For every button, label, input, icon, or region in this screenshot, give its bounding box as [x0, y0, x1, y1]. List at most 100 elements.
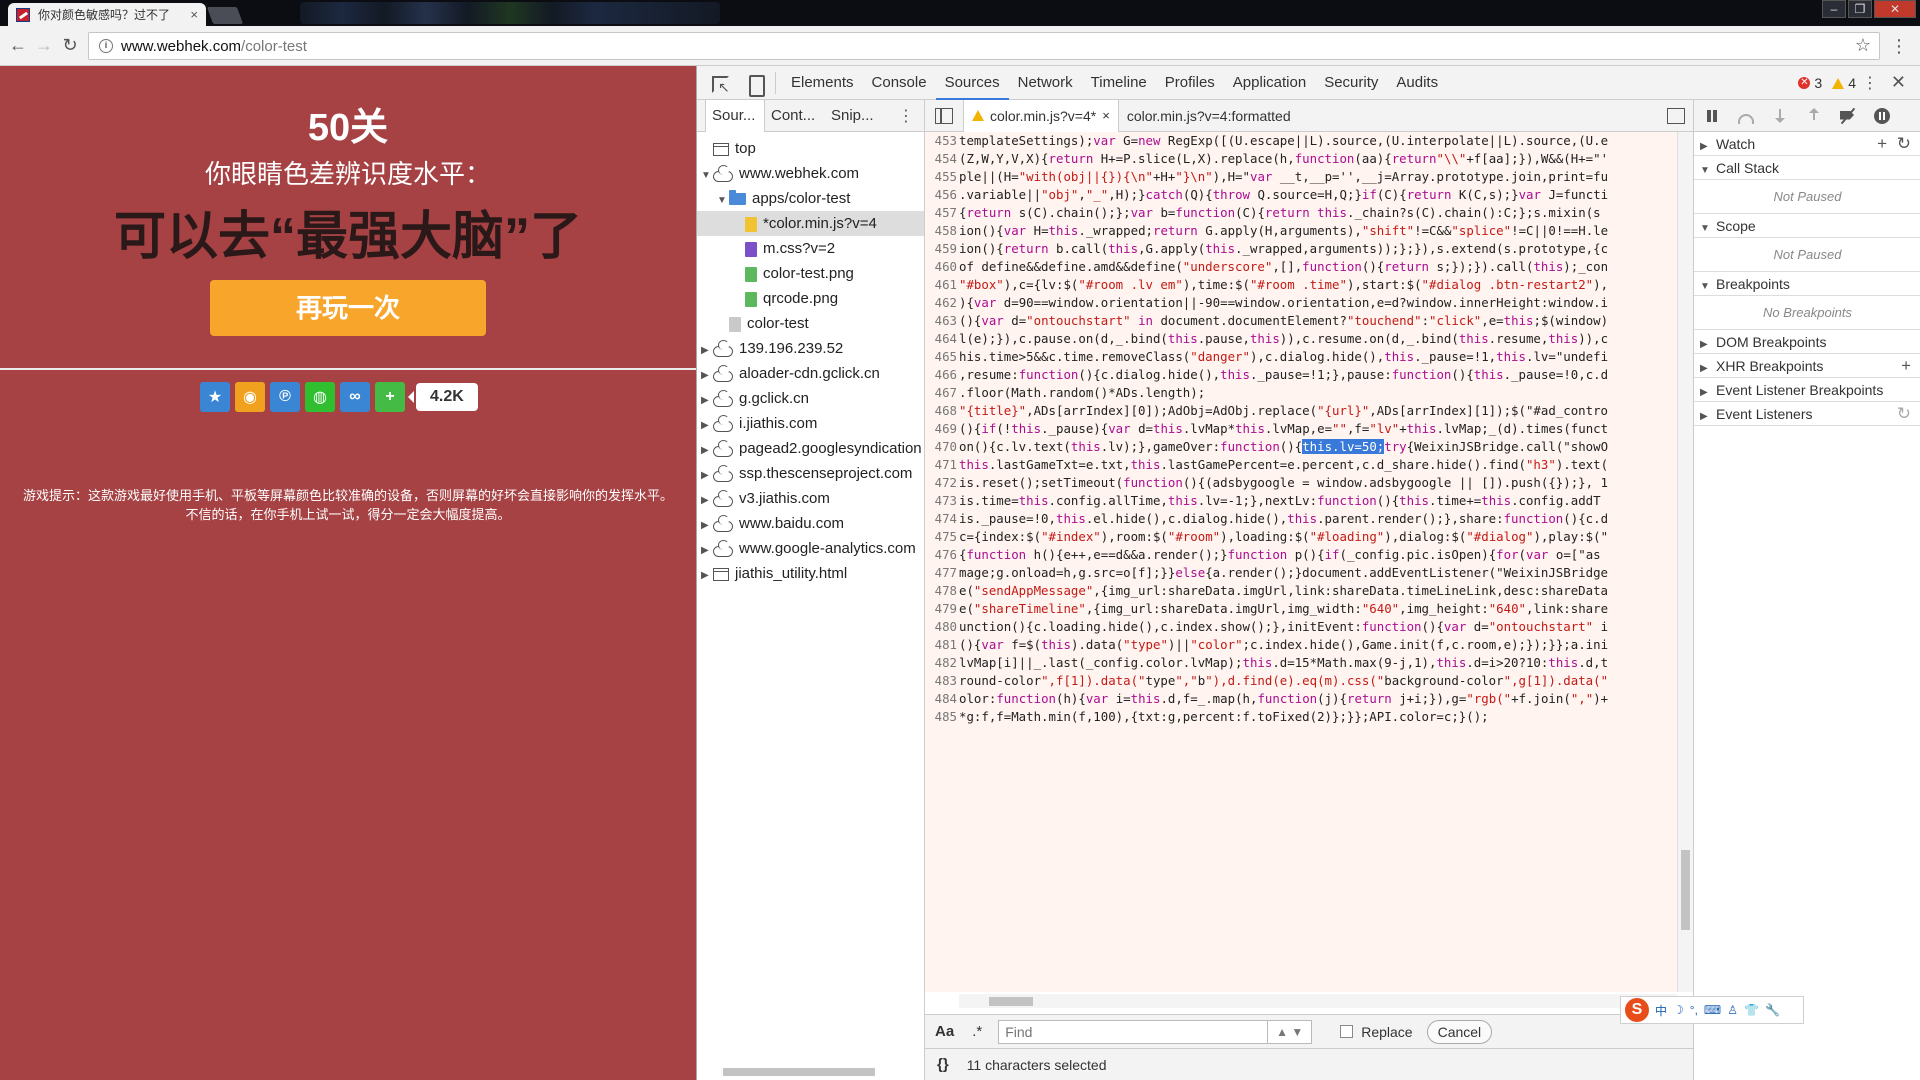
- wechat-share-icon[interactable]: ◍: [305, 382, 335, 412]
- tab-sources[interactable]: Sources: [935, 66, 1009, 100]
- line-number[interactable]: 459: [925, 240, 959, 258]
- code-line[interactable]: 459 ion(){return b.call(this,G.apply(this…: [925, 240, 1677, 258]
- qzone-share-icon[interactable]: ★: [200, 382, 230, 412]
- scrollbar-thumb[interactable]: [989, 997, 1033, 1006]
- dom-breakpoints-pane-header[interactable]: ▶ DOM Breakpoints: [1694, 330, 1920, 354]
- code-line[interactable]: 466 ,resume:function(){c.dialog.hide(),th…: [925, 366, 1677, 384]
- line-number[interactable]: 472: [925, 474, 959, 492]
- editor-tab-close-icon[interactable]: ×: [1102, 100, 1110, 132]
- line-number[interactable]: 473: [925, 492, 959, 510]
- new-tab-button[interactable]: [206, 7, 244, 24]
- tree-item[interactable]: m.css?v=2: [697, 236, 924, 261]
- browser-tab[interactable]: 你对颜色敏感吗？过不了 ×: [8, 3, 206, 26]
- code-line[interactable]: 482 lvMap[i]||_.last(_config.color.lvMap)…: [925, 654, 1677, 672]
- line-number[interactable]: 482: [925, 654, 959, 672]
- line-number[interactable]: 454: [925, 150, 959, 168]
- scrollbar-thumb[interactable]: [1681, 850, 1690, 930]
- refresh-watch-icon[interactable]: ↻: [1897, 132, 1911, 156]
- code-line[interactable]: 476 {function h(){e++,e==d&&a.render();}f…: [925, 546, 1677, 564]
- code-line[interactable]: 473 is.time=this.config.allTime,this.lv=-…: [925, 492, 1677, 510]
- expand-arrow-icon[interactable]: ▶: [701, 438, 713, 461]
- tree-item[interactable]: top: [697, 136, 924, 161]
- line-number[interactable]: 469: [925, 420, 959, 438]
- step-into-icon[interactable]: [1772, 108, 1788, 124]
- pause-icon[interactable]: [1704, 108, 1720, 124]
- line-number[interactable]: 455: [925, 168, 959, 186]
- cancel-find-button[interactable]: Cancel: [1426, 1019, 1493, 1044]
- find-input[interactable]: [998, 1019, 1269, 1044]
- tree-item[interactable]: *color.min.js?v=4: [697, 211, 924, 236]
- toggle-debugger-icon[interactable]: [1667, 107, 1685, 124]
- code-line[interactable]: 471 this.lastGameTxt=e.txt,this.lastGameP…: [925, 456, 1677, 474]
- restore-icon[interactable]: ❐: [1848, 0, 1872, 18]
- address-bar[interactable]: i www.webhek.com /color-test ☆: [88, 32, 1880, 60]
- window-close-icon[interactable]: ✕: [1874, 0, 1916, 18]
- code-line[interactable]: 465 his.time>5&&c.time.removeClass("dange…: [925, 348, 1677, 366]
- tab-content-scripts[interactable]: Cont...: [765, 100, 825, 132]
- find-prev-next-buttons[interactable]: ▲ ▼: [1268, 1019, 1313, 1044]
- tab-profiles[interactable]: Profiles: [1156, 66, 1224, 100]
- settings-wrench-icon[interactable]: 🔧: [1765, 1003, 1780, 1017]
- line-number[interactable]: 484: [925, 690, 959, 708]
- back-arrow-icon[interactable]: ←: [6, 34, 30, 58]
- tree-item[interactable]: ▶ jiathis_utility.html: [697, 561, 924, 586]
- code-line[interactable]: 461 "#box"),c={lv:$("#room .lv em"),time:…: [925, 276, 1677, 294]
- line-number[interactable]: 477: [925, 564, 959, 582]
- scope-pane-header[interactable]: ▼ Scope: [1694, 214, 1920, 238]
- step-out-icon[interactable]: [1806, 107, 1822, 124]
- tree-item[interactable]: color-test.png: [697, 261, 924, 286]
- call-stack-pane-header[interactable]: ▼ Call Stack: [1694, 156, 1920, 180]
- tab-console[interactable]: Console: [863, 66, 936, 100]
- line-number[interactable]: 457: [925, 204, 959, 222]
- tab-snippets[interactable]: Snip...: [825, 100, 885, 132]
- code-line[interactable]: 478 e("sendAppMessage",{img_url:shareData…: [925, 582, 1677, 600]
- deactivate-breakpoints-icon[interactable]: [1840, 108, 1856, 124]
- collapse-arrow-icon[interactable]: ▼: [717, 188, 729, 211]
- line-number[interactable]: 483: [925, 672, 959, 690]
- tree-item[interactable]: ▶ v3.jiathis.com: [697, 486, 924, 511]
- tab-elements[interactable]: Elements: [782, 66, 863, 100]
- code-line[interactable]: 485 *g:f,f=Math.min(f,100),{txt:g,percent…: [925, 708, 1677, 726]
- line-number[interactable]: 456: [925, 186, 959, 204]
- bookmark-star-icon[interactable]: ☆: [1855, 35, 1871, 56]
- event-listeners-pane-header[interactable]: ▶ Event Listeners ↻: [1694, 402, 1920, 426]
- editor-tab-formatted[interactable]: color.min.js?v=4:formatted: [1119, 100, 1299, 132]
- page-info-icon[interactable]: i: [99, 39, 113, 53]
- line-number[interactable]: 467: [925, 384, 959, 402]
- expand-arrow-icon[interactable]: ▶: [701, 363, 713, 386]
- line-number[interactable]: 468: [925, 402, 959, 420]
- line-number[interactable]: 458: [925, 222, 959, 240]
- add-xhr-breakpoint-icon[interactable]: +: [1901, 354, 1911, 378]
- skin-icon[interactable]: 👕: [1744, 1003, 1759, 1017]
- code-line[interactable]: 457 {return s(C).chain();};var b=function…: [925, 204, 1677, 222]
- code-line[interactable]: 453 templateSettings);var G=new RegExp([(…: [925, 132, 1677, 150]
- devtools-menu-icon[interactable]: ⋮: [1862, 73, 1878, 93]
- editor-vertical-scrollbar[interactable]: [1677, 132, 1693, 992]
- code-line[interactable]: 474 is._pause=!0,this.el.hide(),c.dialog.…: [925, 510, 1677, 528]
- editor-horizontal-scrollbar[interactable]: [959, 994, 1677, 1008]
- tree-item[interactable]: ▶ g.gclick.cn: [697, 386, 924, 411]
- keyboard-icon[interactable]: ⌨: [1704, 1003, 1721, 1017]
- tab-timeline[interactable]: Timeline: [1082, 66, 1156, 100]
- code-line[interactable]: 456 .variable||"obj","_",H);}catch(Q){thr…: [925, 186, 1677, 204]
- tree-item[interactable]: ▼ www.webhek.com: [697, 161, 924, 186]
- console-counters[interactable]: ✕ 3 4: [1798, 66, 1856, 100]
- code-line[interactable]: 479 e("shareTimeline",{img_url:shareData.…: [925, 600, 1677, 618]
- tree-item[interactable]: ▶ www.google-analytics.com: [697, 536, 924, 561]
- code-line[interactable]: 467 .floor(Math.random()*ADs.length);: [925, 384, 1677, 402]
- code-line[interactable]: 481 (){var f=$(this).data("type")||"color…: [925, 636, 1677, 654]
- expand-arrow-icon[interactable]: ▶: [701, 488, 713, 511]
- collapse-arrow-icon[interactable]: ▼: [701, 163, 713, 186]
- tab-sources[interactable]: Sour...: [705, 99, 765, 132]
- tab-close-icon[interactable]: ×: [190, 7, 198, 22]
- scrollbar-thumb[interactable]: [723, 1068, 875, 1076]
- line-number[interactable]: 460: [925, 258, 959, 276]
- expand-arrow-icon[interactable]: ▶: [701, 388, 713, 411]
- devtools-close-icon[interactable]: ✕: [1891, 72, 1906, 93]
- tree-item[interactable]: ▶ ssp.thescenseproject.com: [697, 461, 924, 486]
- code-line[interactable]: 480 unction(){c.loading.hide(),c.index.sh…: [925, 618, 1677, 636]
- tree-item[interactable]: qrcode.png: [697, 286, 924, 311]
- line-number[interactable]: 485: [925, 708, 959, 726]
- line-number[interactable]: 471: [925, 456, 959, 474]
- tree-item[interactable]: ▶ www.baidu.com: [697, 511, 924, 536]
